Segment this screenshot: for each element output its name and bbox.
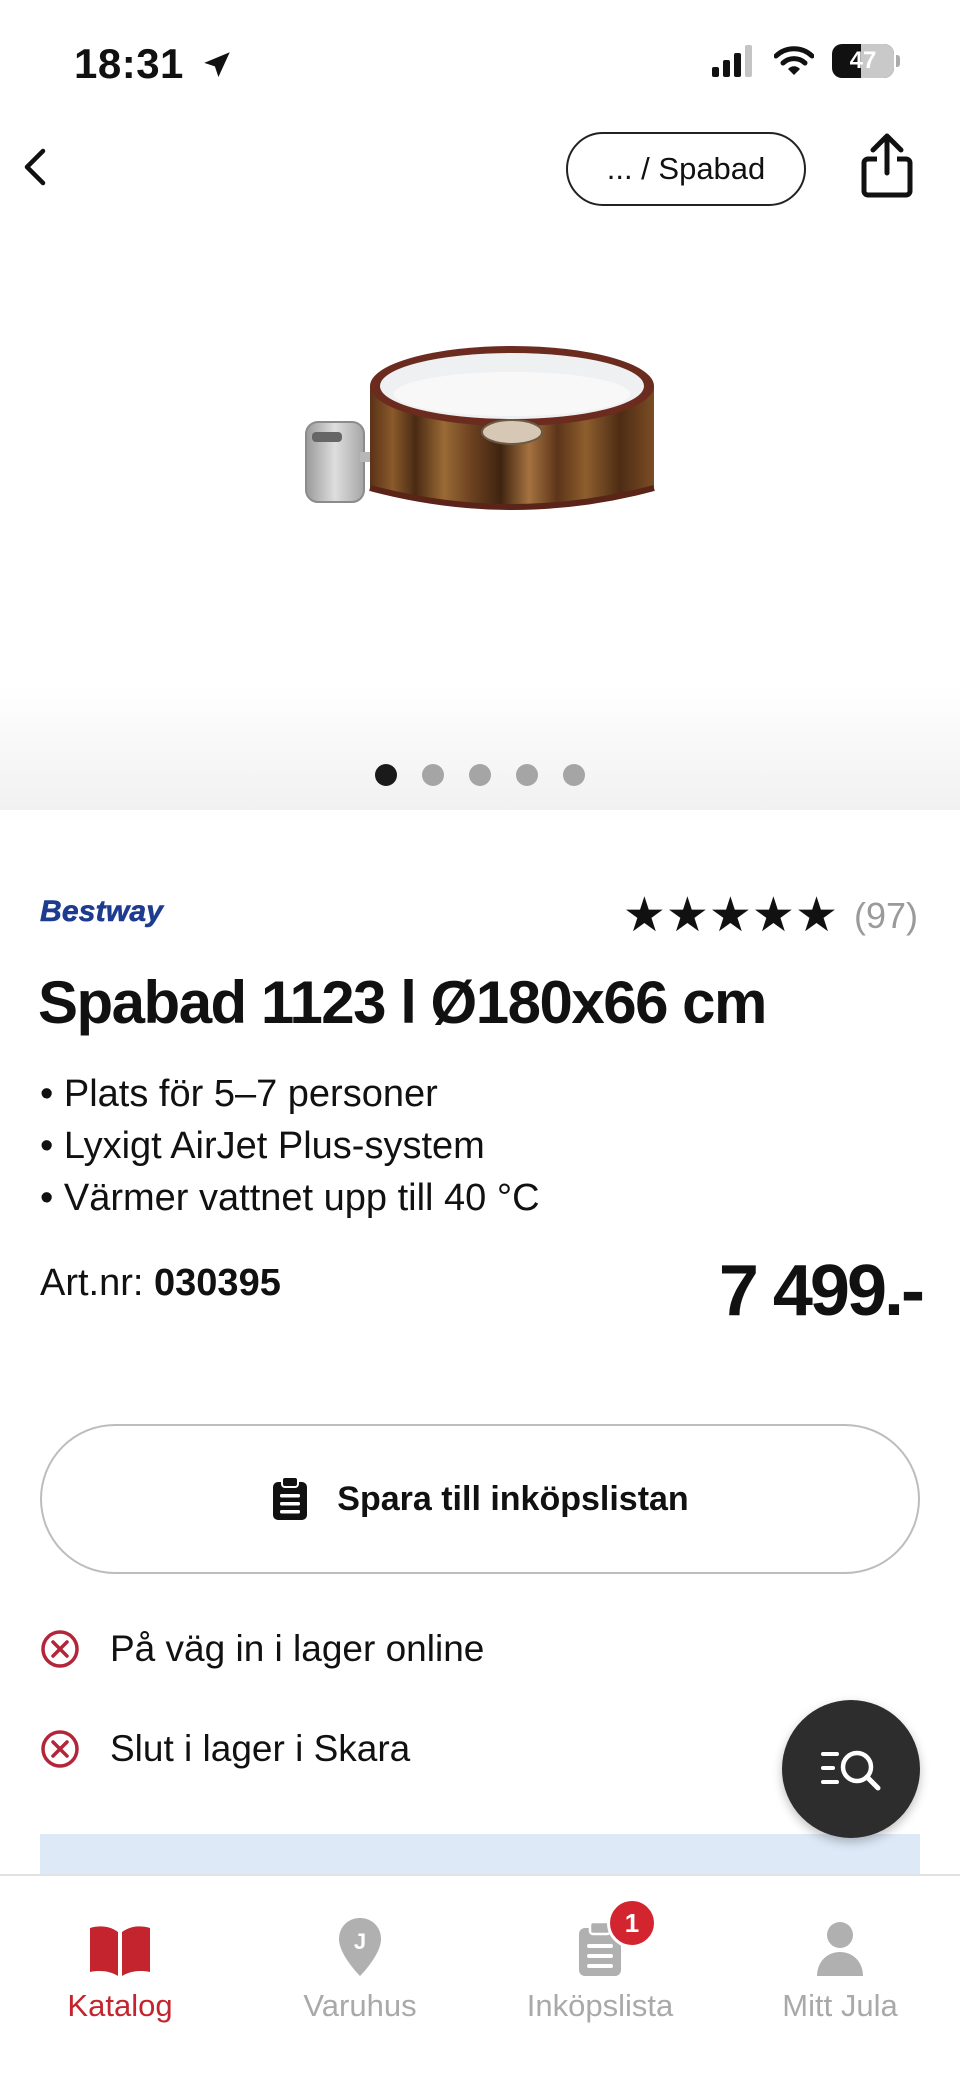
breadcrumb[interactable]: ... / Spabad [566, 132, 806, 206]
product-image [305, 346, 655, 510]
circle-x-icon [41, 1730, 79, 1768]
tab-label: Varuhus [303, 1988, 417, 2023]
time-text: 18:31 [74, 40, 184, 87]
product-title: Spabad 1123 l Ø180x66 cm [38, 969, 767, 1036]
share-icon [861, 133, 913, 198]
pagination-dot[interactable] [375, 764, 397, 786]
search-fab-button[interactable] [782, 1700, 920, 1838]
tab-label: Inköpslista [526, 1988, 674, 2023]
product-price: 7 499.- [718, 1251, 925, 1331]
product-rating[interactable]: ★★★★★ (97) [623, 892, 918, 940]
tab-inkopslista[interactable]: 1 Inköpslista [480, 1898, 720, 2024]
stock-status-text: Slut i lager i Skara [110, 1728, 411, 1769]
feature-item: Plats för 5–7 personer [40, 1068, 540, 1120]
circle-x-icon [41, 1630, 79, 1668]
list-search-icon [821, 1750, 881, 1791]
location-arrow-icon [204, 52, 230, 78]
tab-mitt-jula[interactable]: Mitt Jula [720, 1912, 960, 2024]
svg-text:J: J [354, 1929, 366, 1954]
stock-status-text: På väg in i lager online [110, 1628, 485, 1669]
tab-label: Mitt Jula [782, 1988, 898, 2023]
save-button-label: Spara till inköpslistan [337, 1479, 689, 1518]
info-banner [40, 1834, 920, 1874]
tab-label: Katalog [67, 1988, 173, 2023]
battery-level: 47 [849, 47, 877, 74]
brand-name: Bestway [40, 895, 164, 929]
tab-katalog[interactable]: Katalog [0, 1912, 240, 2024]
status-bar-time: 18:31 [74, 40, 234, 88]
rating-stars: ★★★★★ [622, 889, 838, 942]
feature-item: Värmer vattnet upp till 40 °C [40, 1172, 540, 1224]
wifi-icon [774, 46, 814, 75]
save-to-shopping-list-button[interactable]: Spara till inköpslistan [40, 1424, 920, 1574]
chevron-left-icon [24, 148, 46, 186]
pagination-dot[interactable] [563, 764, 585, 786]
bottom-tab-bar: Katalog J Varuhus 1 Inköpslista Mitt Jul… [0, 1874, 960, 2080]
cellular-signal-icon [712, 45, 752, 77]
article-number: Art.nr: 030395 [40, 1262, 281, 1305]
pagination-dot[interactable] [516, 764, 538, 786]
shopping-list-badge: 1 [607, 1898, 657, 1948]
feature-list: Plats för 5–7 personer Lyxigt AirJet Plu… [40, 1068, 540, 1224]
pagination-dot[interactable] [469, 764, 491, 786]
battery-indicator: 47 [832, 44, 900, 78]
article-number-label: Art.nr: [40, 1262, 144, 1304]
pagination-dot[interactable] [422, 764, 444, 786]
tab-varuhus[interactable]: J Varuhus [240, 1912, 480, 2024]
feature-item: Lyxigt AirJet Plus-system [40, 1120, 540, 1172]
online-stock-status: På väg in i lager online [40, 1628, 484, 1670]
product-image-gallery[interactable] [0, 236, 960, 810]
share-button[interactable] [852, 128, 922, 204]
store-stock-status[interactable]: Slut i lager i Skara [40, 1728, 410, 1770]
map-pin-icon: J [339, 1918, 381, 1976]
rating-count: (97) [853, 895, 918, 936]
user-icon [817, 1922, 863, 1976]
breadcrumb-label: ... / Spabad [606, 151, 766, 186]
brand-logo[interactable]: Bestway [40, 895, 164, 929]
gallery-pagination [0, 764, 960, 786]
clipboard-icon [273, 1476, 308, 1520]
back-button[interactable] [10, 142, 60, 192]
status-bar-indicators: 47 [712, 44, 900, 78]
open-book-icon [90, 1926, 150, 1976]
article-number-value: 030395 [154, 1262, 281, 1304]
